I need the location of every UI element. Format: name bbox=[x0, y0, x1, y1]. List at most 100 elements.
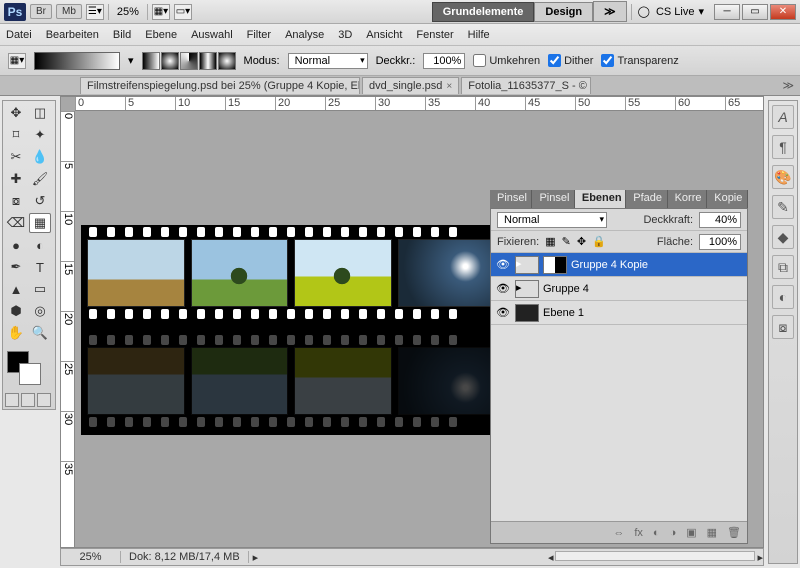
blur-tool-icon[interactable]: ● bbox=[5, 235, 27, 255]
workspace-more-icon[interactable]: ≫ bbox=[593, 1, 627, 22]
layer-name[interactable]: Ebene 1 bbox=[543, 307, 584, 319]
status-docsize[interactable]: Dok: 8,12 MB/17,4 MB bbox=[121, 551, 249, 563]
close-icon[interactable]: × bbox=[446, 81, 452, 92]
maximize-button[interactable]: ▭ bbox=[742, 4, 768, 20]
blend-mode-dropdown[interactable]: Normal bbox=[288, 53, 368, 69]
color-swatches[interactable] bbox=[5, 349, 53, 389]
zoom-tool-icon[interactable]: 🔍 bbox=[29, 323, 51, 343]
path-select-icon[interactable]: ▲ bbox=[5, 279, 27, 299]
menu-item[interactable]: Bild bbox=[113, 29, 131, 41]
close-button[interactable]: ✕ bbox=[770, 4, 796, 20]
3d-camera-icon[interactable]: ◎ bbox=[29, 301, 51, 321]
link-layers-icon[interactable]: ⇔ bbox=[613, 527, 624, 539]
menu-item[interactable]: 3D bbox=[338, 29, 352, 41]
gradient-linear-icon[interactable] bbox=[142, 52, 160, 70]
layer-opacity-field[interactable]: 40% bbox=[699, 212, 741, 228]
panel-tab[interactable]: Korre bbox=[668, 190, 708, 208]
document-tab[interactable]: Filmstreifenspiegelung.psd bei 25% (Grup… bbox=[80, 77, 360, 94]
hand-tool-icon[interactable]: ✋ bbox=[5, 323, 27, 343]
menu-item[interactable]: Datei bbox=[6, 29, 32, 41]
brush-tool-icon[interactable]: 🖌 bbox=[29, 169, 51, 189]
lock-move-icon[interactable]: ✥ bbox=[577, 235, 586, 248]
gradient-angle-icon[interactable] bbox=[180, 52, 198, 70]
lock-all-icon[interactable]: 🔒 bbox=[592, 235, 606, 248]
workspace-active[interactable]: Grundelemente bbox=[432, 2, 535, 22]
transparency-checkbox[interactable]: Transparenz bbox=[601, 54, 678, 67]
crop-tool-icon[interactable]: ✂ bbox=[5, 147, 27, 167]
menu-item[interactable]: Hilfe bbox=[468, 29, 490, 41]
wand-tool-icon[interactable]: ✦ bbox=[29, 125, 51, 145]
menu-item[interactable]: Filter bbox=[247, 29, 271, 41]
opacity-field[interactable]: 100% bbox=[423, 53, 465, 69]
visibility-icon[interactable]: 👁 bbox=[495, 306, 511, 319]
layer-mask-thumb[interactable] bbox=[543, 256, 567, 274]
menu-item[interactable]: Auswahl bbox=[191, 29, 233, 41]
dither-checkbox[interactable]: Dither bbox=[548, 54, 593, 67]
hscroll-left-icon[interactable]: ◂ bbox=[548, 551, 554, 564]
bridge-button[interactable]: Br bbox=[30, 4, 52, 19]
menu-item[interactable]: Fenster bbox=[416, 29, 453, 41]
document-canvas[interactable] bbox=[81, 225, 501, 435]
type-tool-icon[interactable]: T bbox=[29, 257, 51, 277]
layer-thumb[interactable]: ▸ bbox=[515, 280, 539, 298]
chevron-right-icon[interactable]: ▸ bbox=[249, 551, 263, 564]
dock-char-icon[interactable]: A bbox=[772, 105, 794, 129]
visibility-icon[interactable]: 👁 bbox=[495, 282, 511, 295]
shape-tool-icon[interactable]: ▭ bbox=[29, 279, 51, 299]
dock-paragraph-icon[interactable]: ¶ bbox=[772, 135, 794, 159]
dodge-tool-icon[interactable]: ◐ bbox=[29, 235, 51, 255]
menu-item[interactable]: Bearbeiten bbox=[46, 29, 99, 41]
background-swatch[interactable] bbox=[19, 363, 41, 385]
gradient-tool-icon[interactable]: ▦ bbox=[29, 213, 51, 233]
extras-dropdown-icon[interactable]: ☰▾ bbox=[86, 4, 104, 20]
layer-fill-field[interactable]: 100% bbox=[699, 234, 741, 250]
pen-tool-icon[interactable]: ✒ bbox=[5, 257, 27, 277]
quickmask-row[interactable] bbox=[5, 393, 51, 407]
panel-tab[interactable]: Kopie bbox=[707, 190, 748, 208]
gradient-type-group[interactable] bbox=[142, 52, 236, 70]
menu-item[interactable]: Ebene bbox=[145, 29, 177, 41]
menu-item[interactable]: Ansicht bbox=[366, 29, 402, 41]
layer-fx-icon[interactable]: fx bbox=[634, 527, 643, 539]
new-layer-icon[interactable]: ▦ bbox=[707, 526, 717, 539]
panel-tab[interactable]: Pinsel bbox=[490, 190, 532, 208]
gradient-reflected-icon[interactable] bbox=[199, 52, 217, 70]
stamp-tool-icon[interactable]: ⧇ bbox=[5, 191, 27, 211]
panel-tab-layers[interactable]: Ebenen bbox=[575, 190, 626, 208]
history-brush-icon[interactable]: ↺ bbox=[29, 191, 51, 211]
layer-blend-dropdown[interactable]: Normal bbox=[497, 212, 607, 228]
dock-swatches-icon[interactable]: 🎨 bbox=[772, 165, 794, 189]
panel-tab[interactable]: Pinsel bbox=[532, 190, 574, 208]
tab-overflow-icon[interactable]: ≫ bbox=[776, 79, 800, 92]
hscroll-right-icon[interactable]: ▸ bbox=[757, 551, 763, 564]
tool-preset-icon[interactable]: ▦▾ bbox=[8, 53, 26, 69]
layer-name[interactable]: Gruppe 4 Kopie bbox=[571, 259, 648, 271]
marquee-tool-icon[interactable]: ◫ bbox=[29, 103, 51, 123]
eyedropper-tool-icon[interactable]: 💧 bbox=[29, 147, 51, 167]
layer-row[interactable]: 👁 ▸ Gruppe 4 bbox=[491, 277, 747, 301]
document-tab[interactable]: Fotolia_11635377_S - © F bbox=[461, 77, 591, 94]
eraser-tool-icon[interactable]: ⌫ bbox=[5, 213, 27, 233]
layer-thumb[interactable]: ▸ bbox=[515, 256, 539, 274]
zoom-readout[interactable]: 25% bbox=[117, 6, 139, 18]
dock-align-icon[interactable]: ⧉ bbox=[772, 255, 794, 279]
layer-name[interactable]: Gruppe 4 bbox=[543, 283, 589, 295]
screen-mode-icon[interactable]: ▭▾ bbox=[174, 4, 192, 20]
horizontal-scrollbar[interactable] bbox=[555, 551, 755, 561]
minimize-button[interactable]: ─ bbox=[714, 4, 740, 20]
dock-adjust-icon[interactable]: ◐ bbox=[772, 285, 794, 309]
adjustment-layer-icon[interactable]: ◑ bbox=[670, 527, 677, 539]
cslive-button[interactable]: CS Live bbox=[656, 6, 695, 18]
dock-styles-icon[interactable]: ◆ bbox=[772, 225, 794, 249]
dock-tool-icon[interactable]: ✎ bbox=[772, 195, 794, 219]
gradient-diamond-icon[interactable] bbox=[218, 52, 236, 70]
reverse-checkbox[interactable]: Umkehren bbox=[473, 54, 540, 67]
document-tab[interactable]: dvd_single.psd× bbox=[362, 77, 459, 94]
layer-row[interactable]: 👁 Ebene 1 bbox=[491, 301, 747, 325]
healing-tool-icon[interactable]: ✚ bbox=[5, 169, 27, 189]
status-zoom[interactable]: 25% bbox=[61, 551, 121, 563]
move-tool-icon[interactable]: ✥ bbox=[5, 103, 27, 123]
panel-tab[interactable]: Pfade bbox=[626, 190, 667, 208]
layer-thumb[interactable] bbox=[515, 304, 539, 322]
visibility-icon[interactable]: 👁 bbox=[495, 258, 511, 271]
